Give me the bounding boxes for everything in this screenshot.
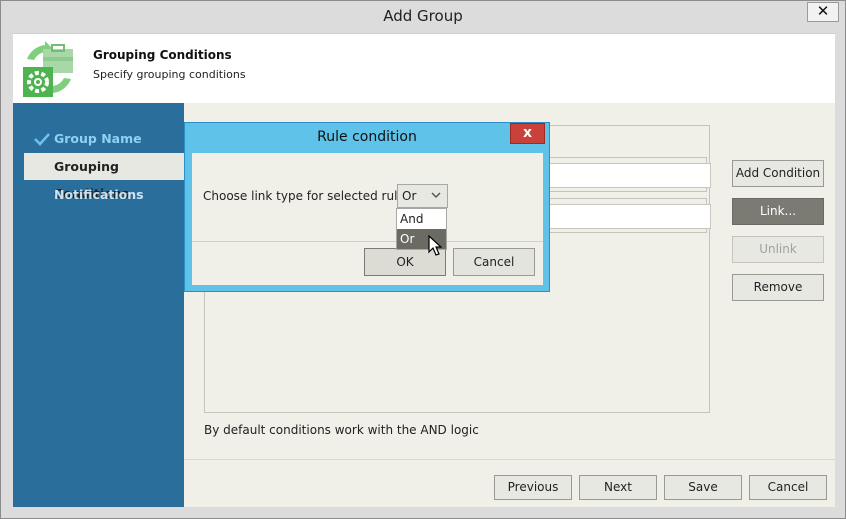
- footer-divider: [184, 459, 835, 460]
- add-group-window: Add Group ✕ Grouping Conditions Specify …: [0, 0, 846, 519]
- add-condition-button[interactable]: Add Condition: [732, 160, 824, 187]
- sidebar-item-grouping-conditions[interactable]: Grouping Conditions: [24, 153, 184, 201]
- link-button[interactable]: Link...: [732, 198, 824, 225]
- option-and[interactable]: And: [397, 209, 446, 229]
- remove-button[interactable]: Remove: [732, 274, 824, 301]
- header-subtitle: Specify grouping conditions: [93, 68, 246, 81]
- wizard-header: Grouping Conditions Specify grouping con…: [13, 33, 835, 103]
- group-gear-briefcase-icon: [23, 41, 73, 97]
- wizard-sidebar: Group Name Grouping Conditions Notificat…: [13, 103, 184, 507]
- sidebar-item-group-name[interactable]: Group Name: [13, 125, 184, 152]
- window-close-button[interactable]: ✕: [807, 2, 839, 22]
- mouse-cursor-icon: [428, 235, 442, 256]
- window-titlebar: Add Group ✕: [1, 1, 845, 33]
- header-title: Grouping Conditions: [93, 48, 232, 62]
- save-button[interactable]: Save: [664, 475, 742, 500]
- chevron-down-icon: [431, 192, 441, 199]
- link-type-select[interactable]: Or: [397, 184, 448, 208]
- dialog-title: Rule condition: [317, 129, 417, 145]
- sidebar-item-label: Notifications: [54, 187, 144, 202]
- window-title: Add Group: [383, 7, 463, 25]
- sidebar-item-notifications[interactable]: Notifications: [13, 181, 184, 208]
- link-type-selected-value: Or: [402, 189, 417, 203]
- dialog-close-button[interactable]: x: [510, 123, 545, 144]
- dialog-divider: [192, 241, 543, 242]
- checkmark-icon: [34, 133, 50, 146]
- rule-condition-dialog: Rule condition x Choose link type for se…: [184, 122, 550, 292]
- unlink-button[interactable]: Unlink: [732, 236, 824, 263]
- sidebar-item-label: Group Name: [54, 131, 142, 146]
- next-button[interactable]: Next: [579, 475, 657, 500]
- cancel-button[interactable]: Cancel: [749, 475, 827, 500]
- previous-button[interactable]: Previous: [494, 475, 572, 500]
- dialog-body: Choose link type for selected rules: Or …: [192, 153, 543, 285]
- and-logic-note: By default conditions work with the AND …: [204, 423, 479, 437]
- dialog-cancel-button[interactable]: Cancel: [453, 248, 535, 276]
- link-type-label: Choose link type for selected rules:: [203, 189, 416, 203]
